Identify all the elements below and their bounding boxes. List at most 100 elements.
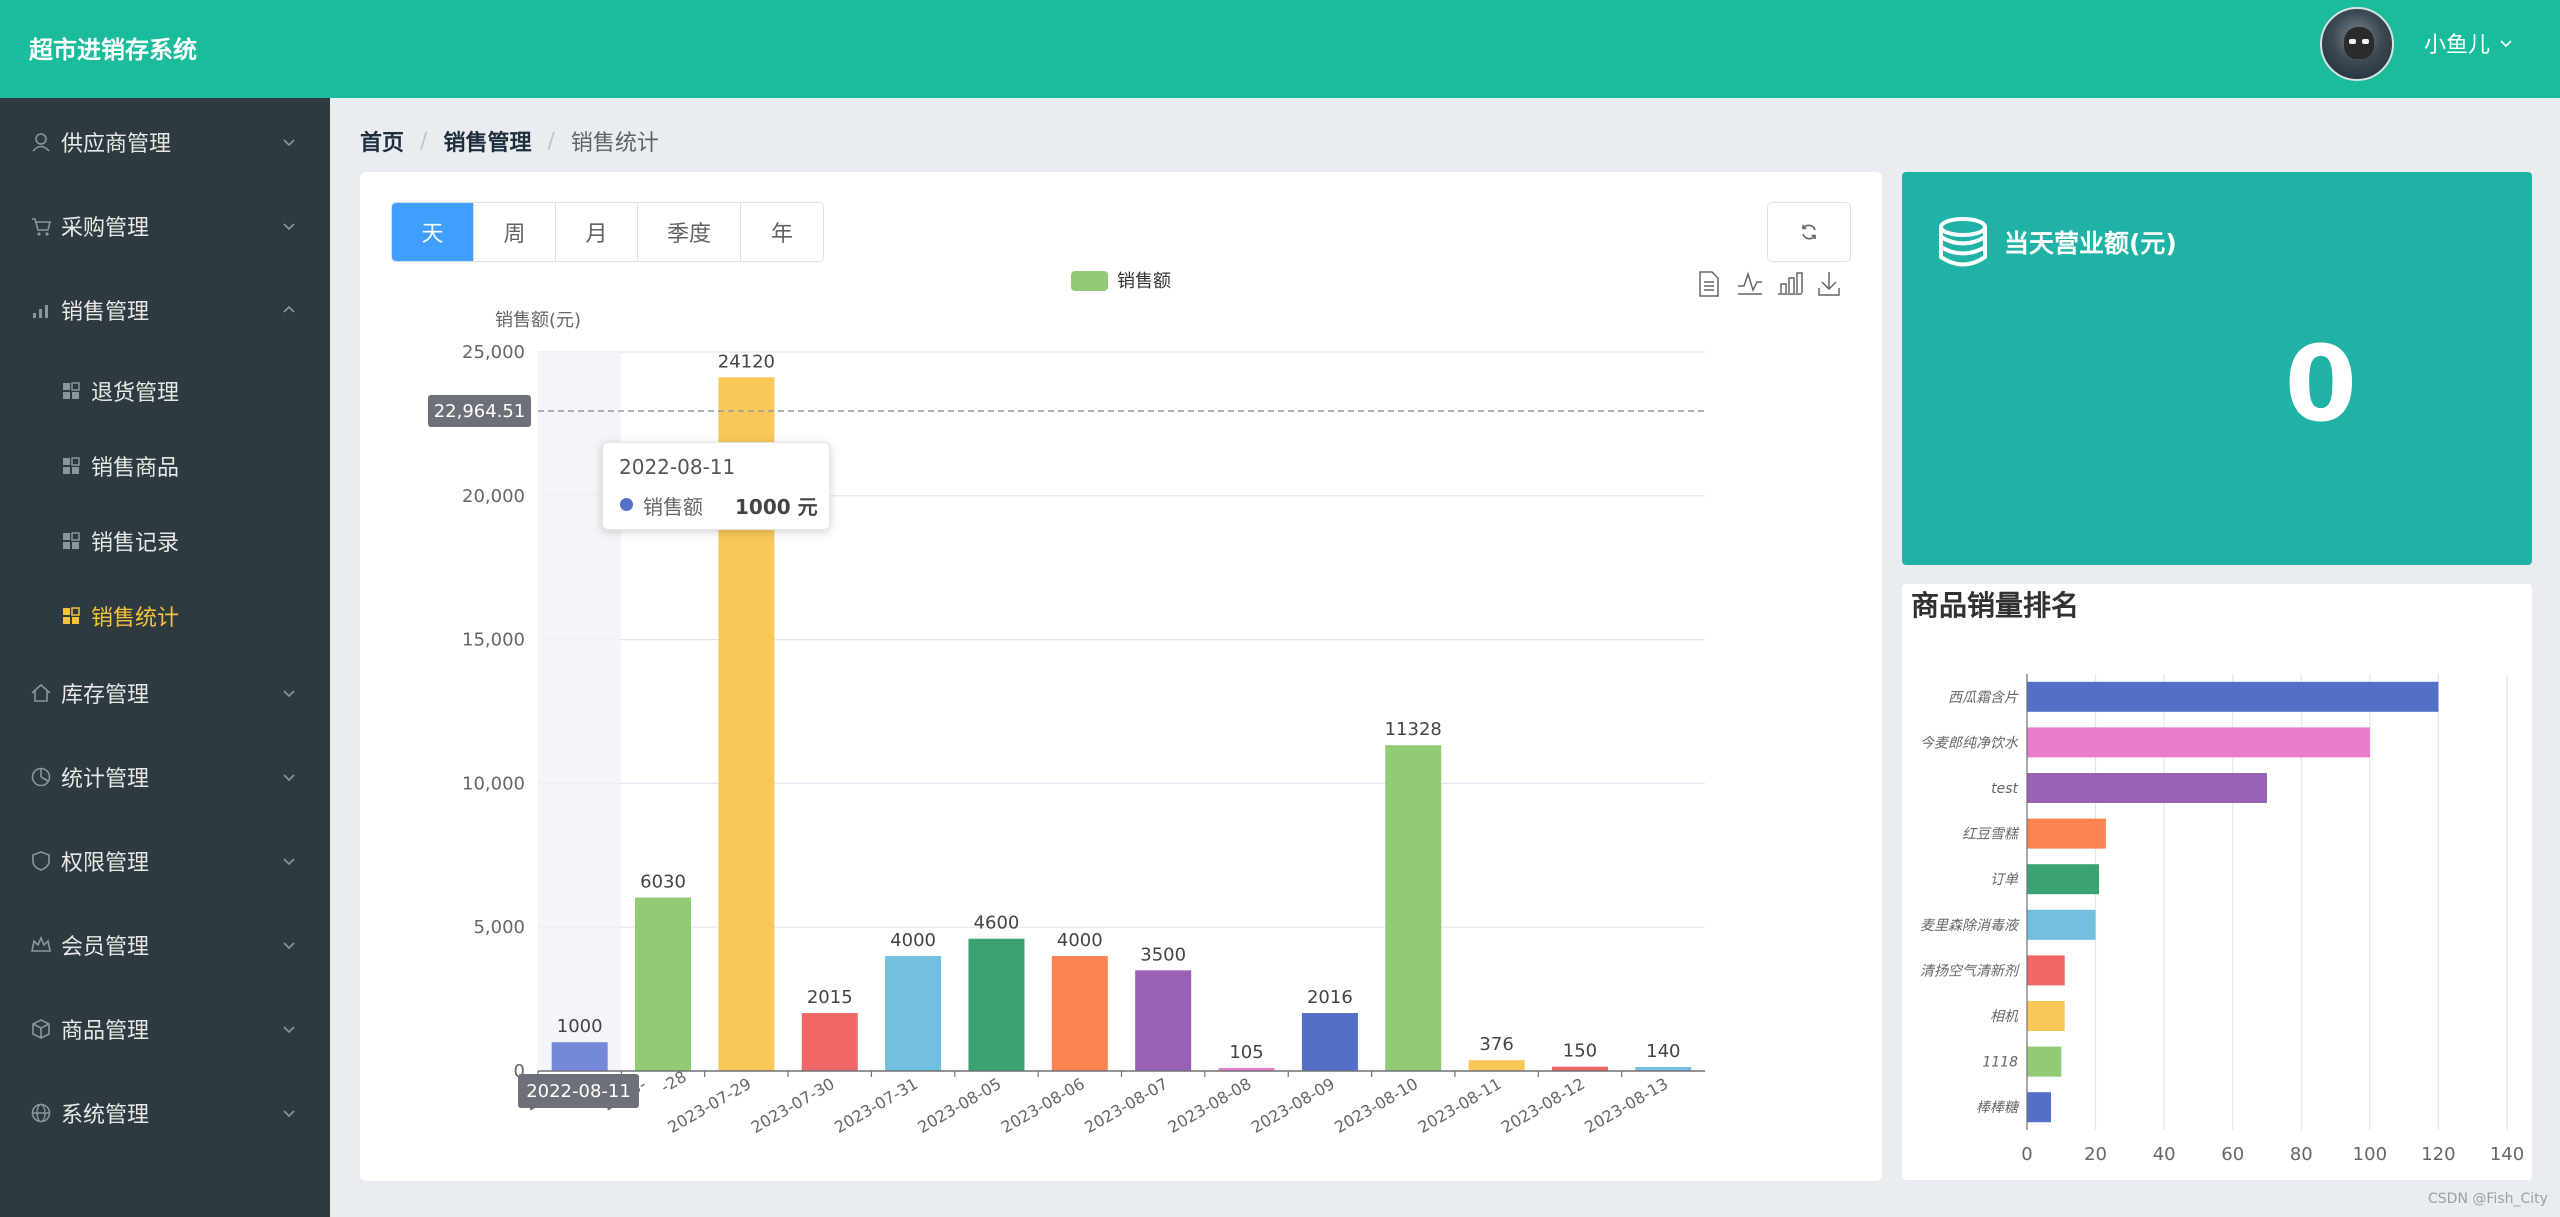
user-avatar[interactable] <box>2320 7 2394 81</box>
sidebar-item-members[interactable]: 会员管理 <box>0 915 330 975</box>
chevron-down-icon <box>283 690 295 698</box>
sidebar-item-permissions[interactable]: 权限管理 <box>0 831 330 891</box>
x-tick-label: 20 <box>2084 1144 2107 1165</box>
sidebar-item-purchase[interactable]: 采购管理 <box>0 196 330 256</box>
chevron-down-icon <box>283 774 295 782</box>
sidebar-subitem-sales-goods[interactable]: 销售商品 <box>0 438 330 494</box>
bar <box>635 897 692 1071</box>
sidebar-item-label: 统计管理 <box>61 767 150 792</box>
globe-icon <box>31 1103 51 1123</box>
breadcrumb-home[interactable]: 首页 <box>360 125 404 157</box>
sidebar-item-statistics[interactable]: 统计管理 <box>0 747 330 807</box>
x-tick-label: 2023-08-12 <box>1498 1074 1588 1137</box>
signal-icon <box>33 305 48 318</box>
grid-icon <box>63 607 80 624</box>
y-axis-label: 销售额(元) <box>495 310 581 331</box>
sidebar-item-supplier[interactable]: 供应商管理 <box>0 112 330 172</box>
sidebar-item-products[interactable]: 商品管理 <box>0 999 330 1059</box>
x-tick-label: 0 <box>2021 1144 2032 1165</box>
sidebar-item-label: 库存管理 <box>61 683 150 708</box>
user-menu[interactable]: 小鱼儿 <box>2424 28 2514 58</box>
sidebar-subitem-label: 退货管理 <box>91 381 180 406</box>
y-axis-ticks: 05,00010,00015,00020,00025,000 <box>462 342 525 1082</box>
tooltip-value: 1000 元 <box>735 495 818 519</box>
bar-value-label: 105 <box>1229 1042 1263 1063</box>
shield-icon <box>32 851 50 871</box>
bar <box>1468 1060 1525 1071</box>
grid-icon <box>63 457 80 474</box>
download-icon[interactable] <box>1818 272 1840 296</box>
x-axis-ticks: 2023-07-292023-07-302023-07-312023-08-05… <box>522 1067 1671 1137</box>
chart-gridlines <box>538 351 1705 928</box>
tooltip-series-name: 销售额 <box>643 495 703 519</box>
sales-bar-chart: 销售额 销售额(元) 05,00010,00015,00020,00025,00… <box>428 271 1840 1137</box>
daily-revenue-card: 当天营业额(元) 0 <box>1902 172 2532 565</box>
grid-icon <box>63 382 80 399</box>
x-tick-label: 2023-08-11 <box>1415 1074 1505 1137</box>
sidebar-item-label: 供应商管理 <box>61 132 172 157</box>
breadcrumb-section[interactable]: 销售管理 <box>443 125 531 157</box>
line-chart-icon[interactable] <box>1738 271 1762 295</box>
bar-value-label: 1000 <box>557 1016 603 1037</box>
x-tick-label: 60 <box>2221 1144 2244 1165</box>
x-tick-label: 2023-08-10 <box>1331 1074 1421 1137</box>
supplier-icon <box>32 133 50 152</box>
sidebar-subitem-sales-stats[interactable]: 销售统计 <box>0 588 330 644</box>
bar-value-label: 3500 <box>1140 944 1186 965</box>
legend-swatch[interactable] <box>1071 271 1108 291</box>
bar-value-label: 2016 <box>1307 987 1353 1008</box>
ranking-x-axis-ticks: 0 20 40 60 80 100 120 140 <box>2021 1144 2524 1165</box>
sidebar-subitem-label: 销售记录 <box>91 531 180 556</box>
chevron-down-icon <box>2500 40 2512 48</box>
bar-value-label: 376 <box>1479 1034 1513 1055</box>
x-tick-label: 140 <box>2490 1144 2524 1165</box>
ranking-bar <box>2027 681 2439 712</box>
chevron-up-icon <box>283 305 295 313</box>
pie-icon <box>31 767 51 787</box>
ranking-category-label: 清扬空气清新剂 <box>1920 963 2020 979</box>
sidebar-item-label: 权限管理 <box>61 851 150 876</box>
bar <box>1135 970 1192 1071</box>
ranking-category-labels: 西瓜霜含片今麦郎纯净饮水 test 红豆雪糕订单麦里森除消毒液清扬空气清新剂相机 11… <box>1920 690 2020 1116</box>
y-tick-label: 10,000 <box>462 773 525 794</box>
user-name: 小鱼儿 <box>2424 33 2491 58</box>
sidebar-item-system[interactable]: 系统管理 <box>0 1083 330 1143</box>
sidebar-item-inventory[interactable]: 库存管理 <box>0 663 330 723</box>
ranking-bar <box>2027 1092 2051 1123</box>
bar <box>1385 745 1442 1071</box>
bar-value-label: 6030 <box>640 872 686 893</box>
data-view-icon[interactable] <box>1699 271 1719 297</box>
chevron-down-icon <box>283 942 295 950</box>
ranking-category-label: 西瓜霜含片 <box>1948 690 2019 706</box>
bar-value-label: 2015 <box>807 987 853 1008</box>
bar-chart-icon[interactable] <box>1778 272 1803 295</box>
sales-chart-panel: 天 周 月 季度 年 销售额 销售额(元) 0 5,000 10,000 15,000… <box>360 172 1882 1181</box>
bar-value-label: 140 <box>1646 1041 1680 1062</box>
chevron-down-icon <box>283 1026 295 1034</box>
sidebar-item-sales[interactable]: 销售管理 <box>0 280 330 340</box>
tooltip-date: 2022-08-11 <box>619 455 736 479</box>
legend-label[interactable]: 销售额 <box>1117 271 1171 292</box>
x-tick-label: 80 <box>2290 1144 2313 1165</box>
ranking-bar-chart: 西瓜霜含片今麦郎纯净饮水 test 红豆雪糕订单麦里森除消毒液清扬空气清新剂相机 11… <box>1920 674 2524 1165</box>
ranking-bar <box>2027 1046 2062 1077</box>
x-tick-label: 2023-08-09 <box>1248 1074 1338 1137</box>
x-tick-label: 2023-07-30 <box>748 1074 838 1137</box>
bar <box>1301 1013 1358 1071</box>
y-tick-label: 25,000 <box>462 342 525 363</box>
bar-value-label: 24120 <box>718 351 775 372</box>
tooltip-series-dot <box>620 498 633 511</box>
sidebar-subitem-returns[interactable]: 退货管理 <box>0 363 330 419</box>
chart-tooltip: 2022-08-11 销售额 1000 元 <box>602 442 830 530</box>
sidebar-subitem-label: 销售统计 <box>91 606 180 631</box>
sidebar-subitem-sales-records[interactable]: 销售记录 <box>0 513 330 569</box>
bar <box>885 955 942 1071</box>
crown-icon <box>31 935 51 952</box>
breadcrumb-separator: / <box>547 128 555 154</box>
breadcrumb: 首页 / 销售管理 / 销售统计 <box>360 125 659 157</box>
ranking-bar <box>2027 773 2267 803</box>
coins-icon <box>1939 217 1987 267</box>
bar <box>1051 955 1108 1071</box>
avatar-eye-right <box>2362 39 2369 44</box>
y-tick-label: 20,000 <box>462 486 525 507</box>
